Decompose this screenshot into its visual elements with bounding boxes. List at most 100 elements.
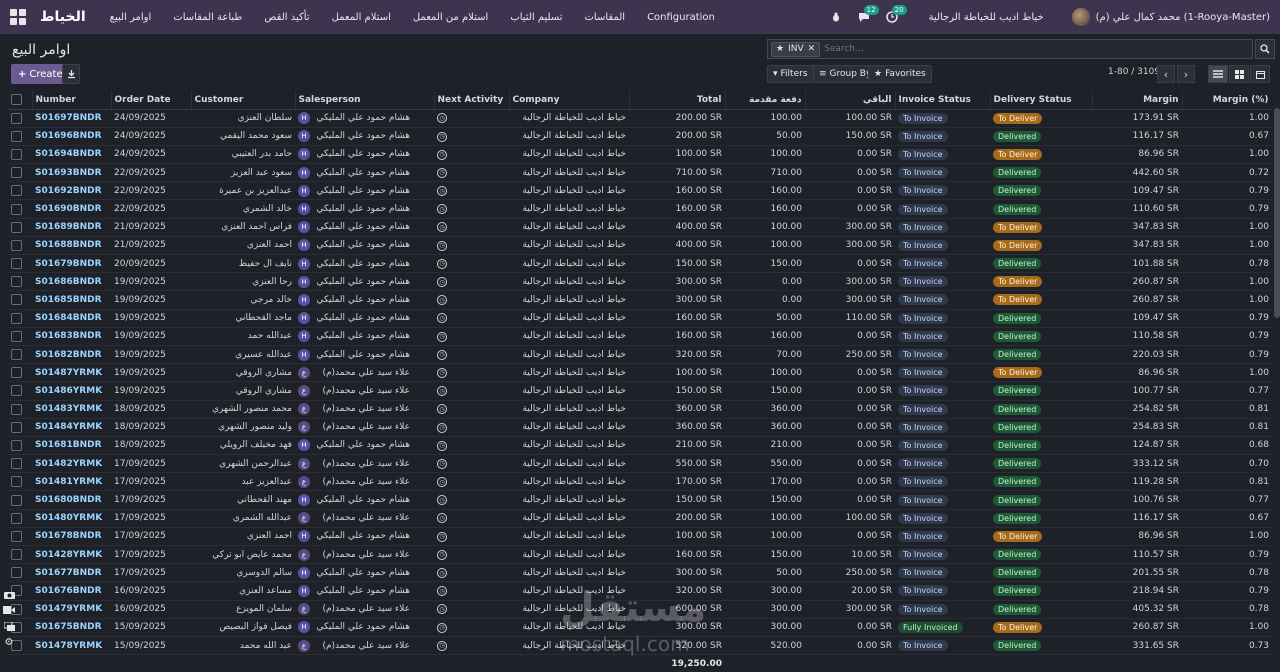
row-checkbox[interactable] bbox=[8, 563, 32, 583]
next-activity[interactable]: ◷ bbox=[434, 218, 509, 237]
windows-icon[interactable] bbox=[3, 620, 15, 632]
activity-clock-icon[interactable]: ◷ bbox=[437, 604, 447, 615]
row-checkbox[interactable] bbox=[8, 309, 32, 328]
next-activity[interactable]: ◷ bbox=[434, 400, 509, 419]
activity-clock-icon[interactable]: ◷ bbox=[437, 313, 447, 324]
table-row[interactable]: S01680BNDR 17/09/2025 مهند القحطاني H هشام ح… bbox=[8, 490, 1272, 510]
row-checkbox[interactable] bbox=[8, 272, 32, 292]
pager-next-button[interactable]: › bbox=[1177, 65, 1195, 83]
activity-clock-icon[interactable]: ◷ bbox=[437, 186, 447, 197]
column-header[interactable]: دفعة مقدمة bbox=[725, 91, 806, 110]
column-header[interactable]: Number bbox=[32, 91, 112, 110]
table-row[interactable]: S01688BNDR 21/09/2025 احمد العنزي H هشام حمو… bbox=[8, 236, 1272, 256]
activity-clock-icon[interactable]: ◷ bbox=[437, 513, 447, 524]
next-activity[interactable]: ◷ bbox=[434, 381, 509, 401]
column-header[interactable]: Margin (%) bbox=[1182, 91, 1272, 110]
table-row[interactable]: S01679BNDR 20/09/2025 نايف ال حفيظ H هشام حم… bbox=[8, 254, 1272, 274]
column-header[interactable]: Total bbox=[629, 91, 726, 110]
row-checkbox[interactable] bbox=[8, 236, 32, 256]
activity-clock-icon[interactable]: ◷ bbox=[437, 640, 447, 651]
next-activity[interactable]: ◷ bbox=[434, 563, 509, 583]
row-checkbox[interactable] bbox=[8, 400, 32, 419]
next-activity[interactable]: ◷ bbox=[434, 636, 509, 656]
next-activity[interactable]: ◷ bbox=[434, 145, 509, 165]
table-row[interactable]: S01677BNDR 17/09/2025 سالم الدوسري H هشام حم… bbox=[8, 563, 1272, 583]
activity-clock-icon[interactable]: ◷ bbox=[437, 440, 447, 451]
row-checkbox[interactable] bbox=[8, 345, 32, 365]
favorites-button[interactable]: ★ Favorites bbox=[868, 65, 932, 83]
column-header[interactable]: Salesperson bbox=[295, 91, 435, 110]
row-checkbox[interactable] bbox=[8, 363, 32, 383]
table-row[interactable]: S01486YRMK 19/09/2025 مشاري الروقي ع علاء سي… bbox=[8, 381, 1272, 401]
activity-clock-icon[interactable]: ◷ bbox=[437, 458, 447, 469]
activity-clock-icon[interactable]: ◷ bbox=[437, 222, 447, 233]
next-activity[interactable]: ◷ bbox=[434, 290, 509, 310]
activity-clock-icon[interactable]: ◷ bbox=[437, 386, 447, 397]
next-activity[interactable]: ◷ bbox=[434, 199, 509, 219]
row-checkbox[interactable] bbox=[8, 545, 32, 565]
table-row[interactable]: S01487YRMK 19/09/2025 مشاري الروقي ع علاء سي… bbox=[8, 363, 1272, 383]
menu-item[interactable]: استلام المعمل bbox=[332, 12, 391, 23]
app-brand[interactable]: الخياط bbox=[40, 9, 86, 25]
activity-clock-icon[interactable]: ◷ bbox=[437, 568, 447, 579]
activity-clock-icon[interactable]: ◷ bbox=[437, 495, 447, 506]
next-activity[interactable]: ◷ bbox=[434, 327, 509, 346]
menu-item[interactable]: اوامر البيع bbox=[110, 12, 152, 23]
table-row[interactable]: S01685BNDR 19/09/2025 خالد مرجي H هشام حمود … bbox=[8, 290, 1272, 310]
row-checkbox[interactable] bbox=[8, 527, 32, 547]
table-row[interactable]: S01480YRMK 17/09/2025 عبدالله الشمري ع علاء … bbox=[8, 509, 1272, 528]
table-row[interactable]: S01696BNDR 24/09/2025 سعود محمد اليقمي H هشا… bbox=[8, 127, 1272, 146]
column-header[interactable]: Margin bbox=[1092, 91, 1183, 110]
row-checkbox[interactable] bbox=[8, 418, 32, 437]
row-checkbox[interactable] bbox=[8, 218, 32, 237]
pager-value[interactable]: 1-80 / 3109 bbox=[1108, 67, 1160, 77]
next-activity[interactable]: ◷ bbox=[434, 418, 509, 437]
table-row[interactable]: S01482YRMK 17/09/2025 عبدالرحمن الشهري ع علا… bbox=[8, 454, 1272, 474]
scrollbar[interactable] bbox=[1274, 108, 1280, 318]
menu-item[interactable]: المقاسات bbox=[585, 12, 626, 23]
company-switcher[interactable]: خياط اديب للخياطة الرجالية bbox=[929, 12, 1044, 23]
row-checkbox[interactable] bbox=[8, 254, 32, 274]
row-checkbox[interactable] bbox=[8, 109, 32, 128]
next-activity[interactable]: ◷ bbox=[434, 254, 509, 274]
next-activity[interactable]: ◷ bbox=[434, 527, 509, 547]
row-checkbox[interactable] bbox=[8, 163, 32, 183]
next-activity[interactable]: ◷ bbox=[434, 309, 509, 328]
activity-clock-icon[interactable]: ◷ bbox=[437, 422, 447, 433]
column-header[interactable]: Invoice Status bbox=[895, 91, 991, 110]
apps-menu-icon[interactable] bbox=[10, 9, 26, 25]
activity-clock-icon[interactable]: ◷ bbox=[437, 404, 447, 415]
table-row[interactable]: S01681BNDR 18/09/2025 فهد مخيلف الرويلي H هش… bbox=[8, 436, 1272, 456]
menu-item[interactable]: تأكيد القص bbox=[264, 12, 309, 23]
row-checkbox[interactable] bbox=[8, 127, 32, 146]
next-activity[interactable]: ◷ bbox=[434, 509, 509, 528]
table-row[interactable]: S01694BNDR 24/09/2025 حامد بدر العتيبي H هشا… bbox=[8, 145, 1272, 165]
chat-icon[interactable]: 12 bbox=[857, 5, 879, 24]
next-activity[interactable]: ◷ bbox=[434, 109, 509, 128]
row-checkbox[interactable] bbox=[8, 327, 32, 346]
list-view-button[interactable] bbox=[1208, 65, 1228, 83]
pager-previous-button[interactable]: ‹ bbox=[1157, 65, 1175, 83]
activity-clock-icon[interactable]: ◷ bbox=[437, 277, 447, 288]
activity-clock-icon[interactable]: ◷ bbox=[437, 295, 447, 306]
next-activity[interactable]: ◷ bbox=[434, 581, 509, 601]
activity-clock-icon[interactable]: 20 bbox=[885, 5, 907, 24]
next-activity[interactable]: ◷ bbox=[434, 436, 509, 456]
next-activity[interactable]: ◷ bbox=[434, 600, 509, 619]
next-activity[interactable]: ◷ bbox=[434, 127, 509, 146]
activity-clock-icon[interactable]: ◷ bbox=[437, 349, 447, 360]
search-input[interactable] bbox=[824, 44, 1252, 54]
facet-remove-icon[interactable]: ✕ bbox=[808, 44, 816, 54]
activity-clock-icon[interactable]: ◷ bbox=[437, 240, 447, 251]
filters-button[interactable]: ▾ Filters bbox=[767, 65, 814, 83]
table-row[interactable]: S01481YRMK 17/09/2025 عبدالعزيز عبد ع علاء س… bbox=[8, 472, 1272, 492]
video-icon[interactable] bbox=[3, 604, 15, 616]
activity-clock-icon[interactable]: ◷ bbox=[437, 622, 447, 633]
table-row[interactable]: S01693BNDR 22/09/2025 سعود عبد العزيز H هشام… bbox=[8, 163, 1272, 183]
next-activity[interactable]: ◷ bbox=[434, 272, 509, 292]
next-activity[interactable]: ◷ bbox=[434, 363, 509, 383]
next-activity[interactable]: ◷ bbox=[434, 472, 509, 492]
settings-gear-icon[interactable]: ⚙ bbox=[3, 636, 15, 648]
table-row[interactable]: S01483YRMK 18/09/2025 محمد منصور الشهري ع عل… bbox=[8, 400, 1272, 419]
table-row[interactable]: S01428YRMK 17/09/2025 محمد عايض ابو تركي ع ع… bbox=[8, 545, 1272, 565]
